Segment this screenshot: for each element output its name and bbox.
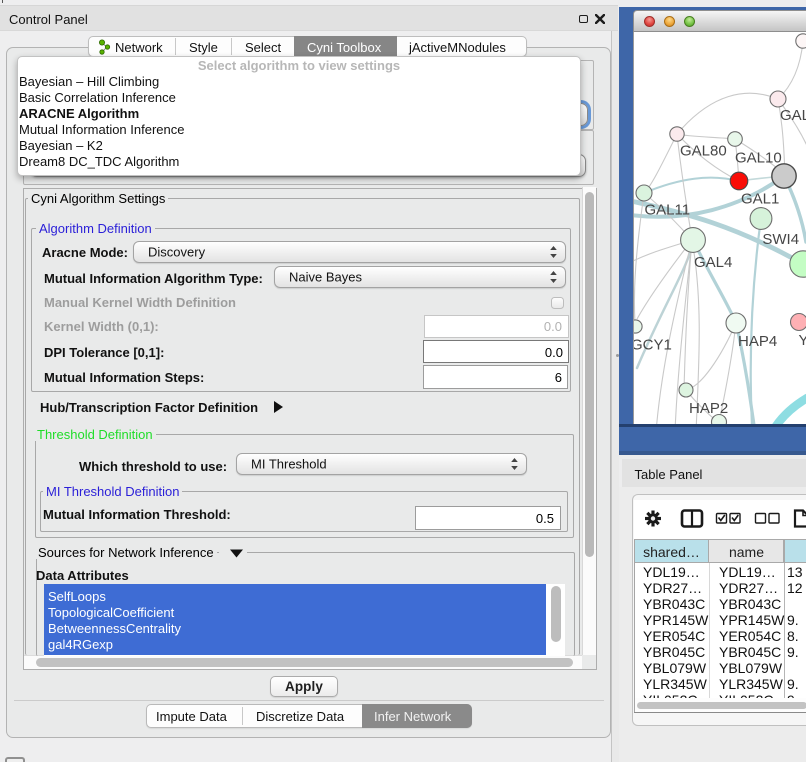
svg-text:Y: Y (799, 332, 806, 349)
svg-text:GAL1: GAL1 (741, 191, 779, 208)
svg-text:HAP4: HAP4 (738, 333, 777, 350)
svg-text:GAL4: GAL4 (694, 254, 732, 271)
svg-text:GAL: GAL (780, 107, 806, 124)
svg-text:GCY1: GCY1 (634, 337, 672, 354)
svg-text:GAL10: GAL10 (735, 150, 782, 167)
svg-text:HAP2: HAP2 (689, 400, 728, 417)
svg-text:SWI4: SWI4 (762, 231, 799, 248)
svg-text:GAL80: GAL80 (680, 143, 727, 160)
svg-text:GAL11: GAL11 (645, 202, 691, 219)
